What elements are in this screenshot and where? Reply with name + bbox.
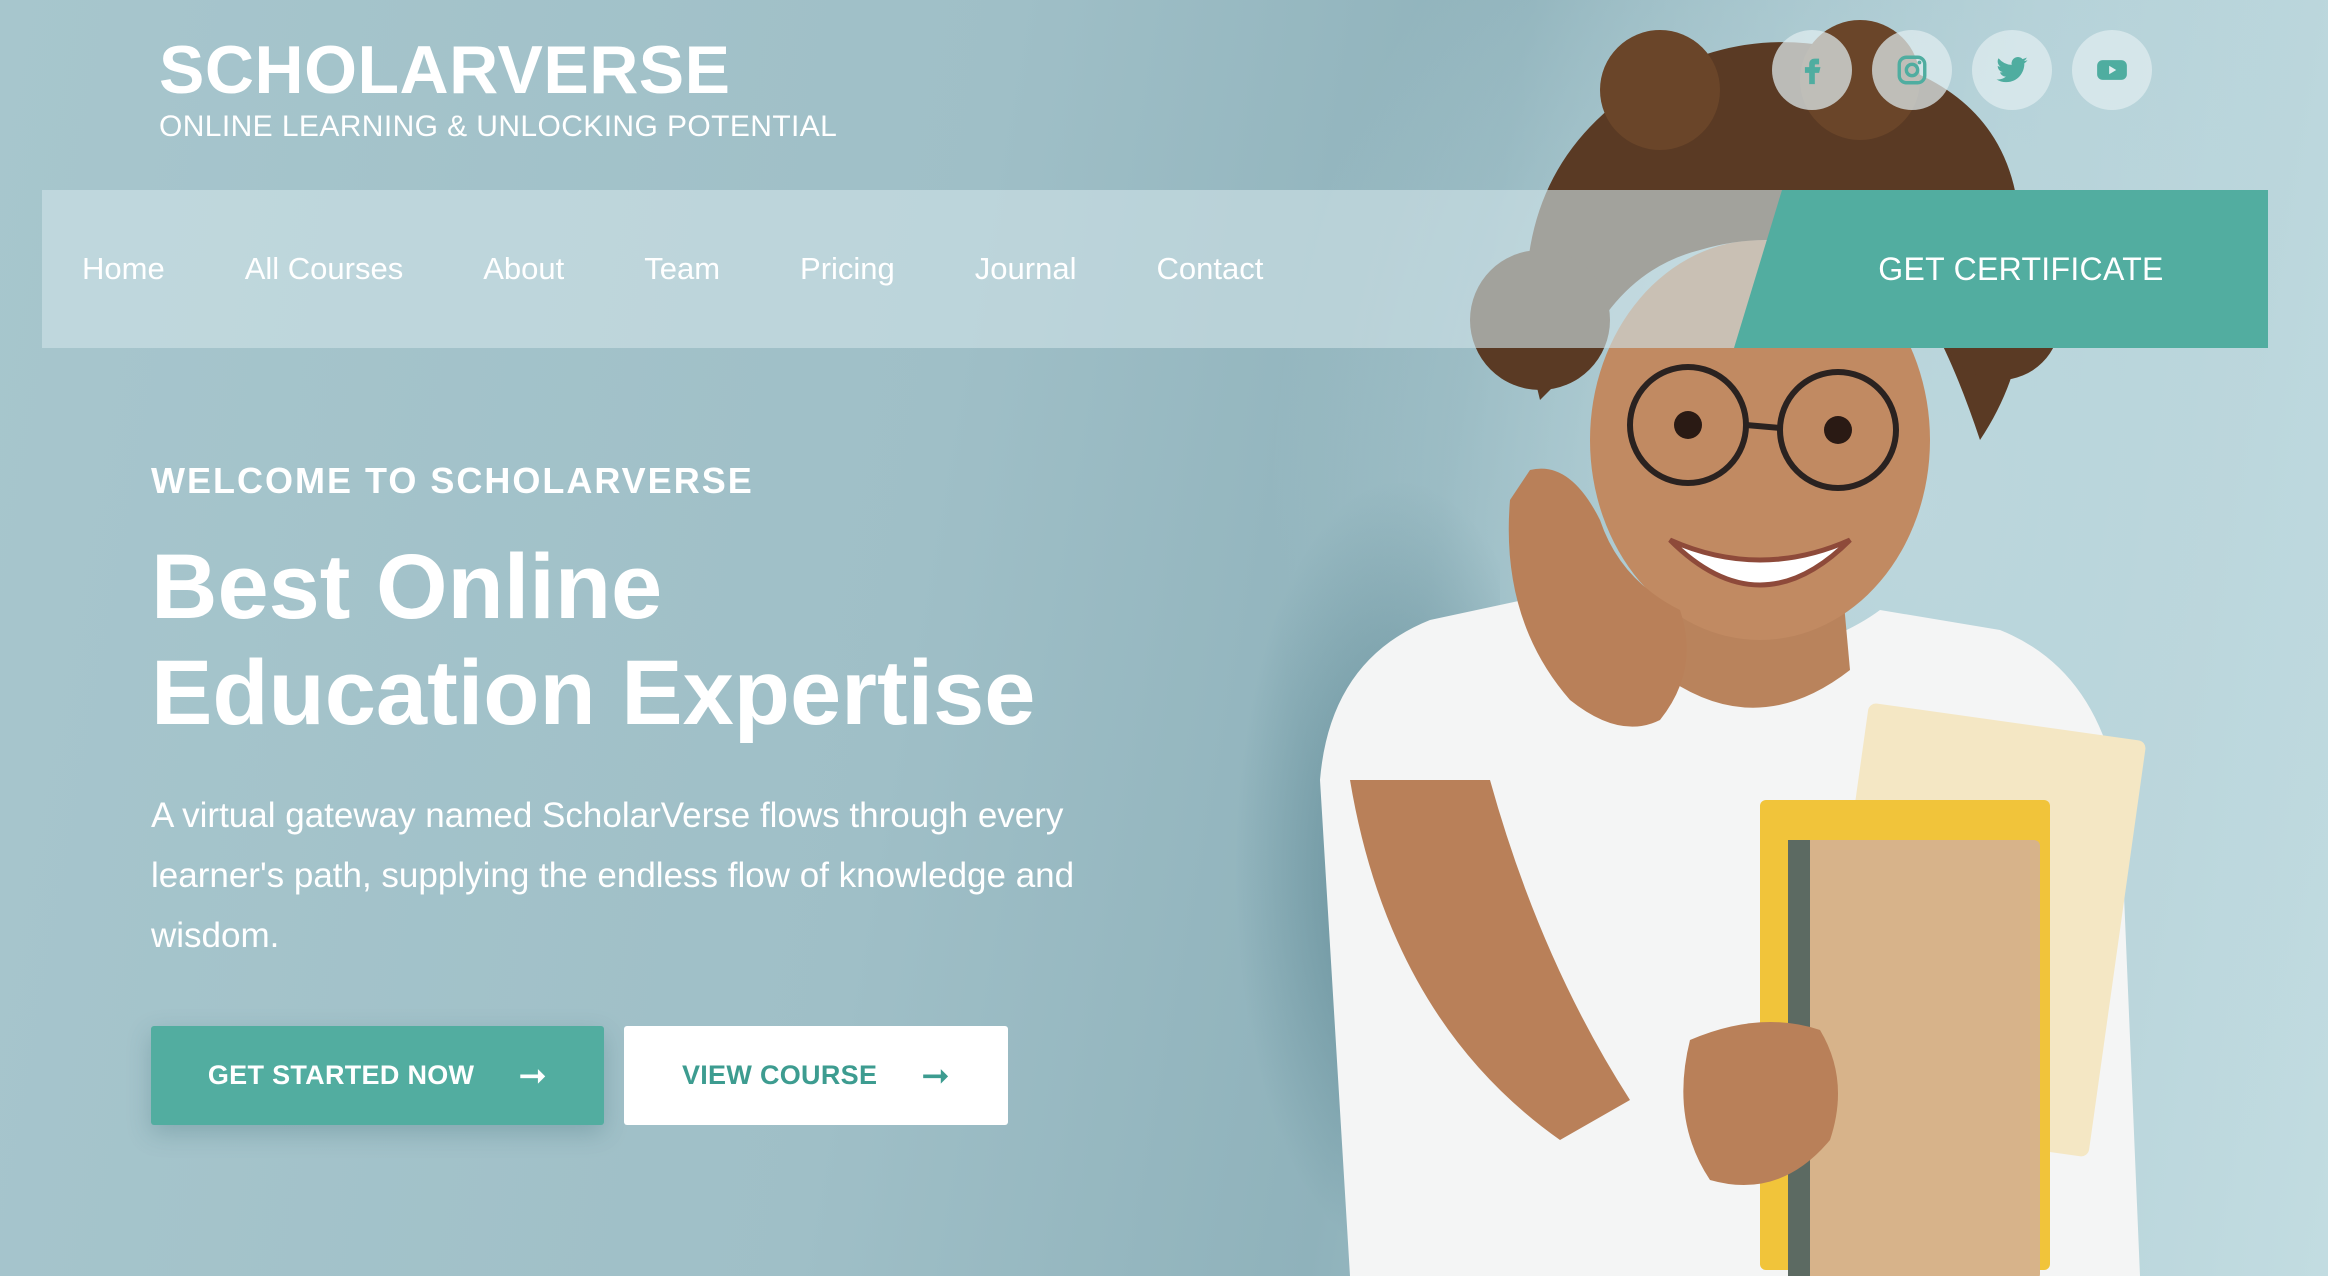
hero-headline: Best Online Education Expertise [151,536,1036,744]
nav-menu: Home All Courses About Team Pricing Jour… [82,190,1343,348]
instagram-icon[interactable] [1872,30,1952,110]
navbar: Home All Courses About Team Pricing Jour… [42,190,2268,348]
get-started-label: GET STARTED NOW [207,1060,475,1090]
twitter-icon[interactable] [1972,30,2052,110]
nav-item-pricing[interactable]: Pricing [800,251,895,287]
welcome-label: WELCOME TO SCHOLARVERSE [151,460,754,501]
nav-item-contact[interactable]: Contact [1156,251,1263,287]
get-started-button[interactable]: GET STARTED NOW ➞ [151,1026,604,1125]
view-course-label: VIEW COURSE [681,1060,878,1090]
nav-item-all-courses[interactable]: All Courses [245,251,404,287]
nav-item-home[interactable]: Home [82,251,165,287]
nav-item-team[interactable]: Team [644,251,720,287]
youtube-icon[interactable] [2072,30,2152,110]
facebook-icon[interactable] [1772,30,1852,110]
hero-actions: GET STARTED NOW ➞ VIEW COURSE ➞ [151,1026,1151,1125]
hero-content: WELCOME TO SCHOLARVERSE Best Online Educ… [151,460,1151,1125]
social-links [1772,30,2152,110]
view-course-button[interactable]: VIEW COURSE ➞ [624,1026,1008,1125]
nav-item-about[interactable]: About [483,251,564,287]
arrow-right-icon: ➞ [518,1056,548,1095]
nav-item-journal[interactable]: Journal [975,251,1077,287]
brand: SCHOLARVERSE ONLINE LEARNING & UNLOCKING… [159,30,837,144]
arrow-right-icon: ➞ [921,1056,951,1095]
hero-description: A virtual gateway named ScholarVerse flo… [151,796,1075,955]
brand-title[interactable]: SCHOLARVERSE [159,30,837,110]
brand-tagline: ONLINE LEARNING & UNLOCKING POTENTIAL [159,110,838,143]
get-certificate-button[interactable]: GET CERTIFICATE [1734,190,2268,348]
